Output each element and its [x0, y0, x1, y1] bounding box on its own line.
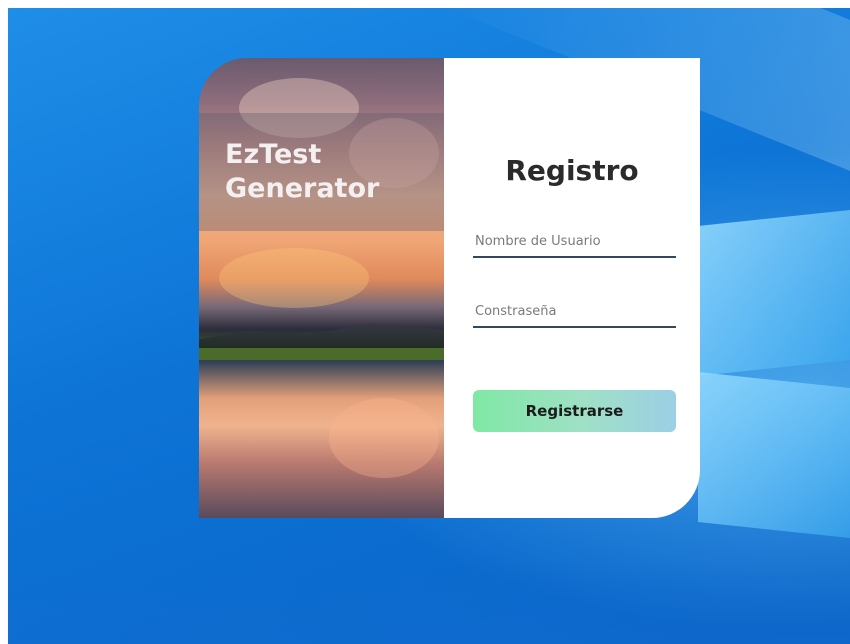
windows-logo-pane	[698, 210, 850, 376]
username-field	[473, 226, 676, 258]
desktop-floor-glow	[8, 568, 850, 644]
grass-strip	[199, 348, 444, 360]
windows-logo-pane	[698, 372, 850, 538]
register-button[interactable]: Registrarse	[473, 390, 676, 432]
password-input[interactable]	[473, 296, 676, 326]
title-overlay-band	[199, 113, 444, 231]
cloud-shape	[219, 248, 369, 308]
landscape-image: EzTest Generator	[199, 58, 444, 518]
form-heading: Registro	[505, 154, 639, 187]
registration-form-panel: Registro Registrarse	[444, 58, 700, 518]
password-field	[473, 296, 676, 328]
app-title-line1: EzTest	[225, 139, 322, 170]
username-input[interactable]	[473, 226, 676, 256]
app-title-line2: Generator	[225, 173, 380, 204]
cloud-shape	[329, 398, 439, 478]
registration-window: EzTest Generator Registro Registrarse	[199, 58, 700, 518]
